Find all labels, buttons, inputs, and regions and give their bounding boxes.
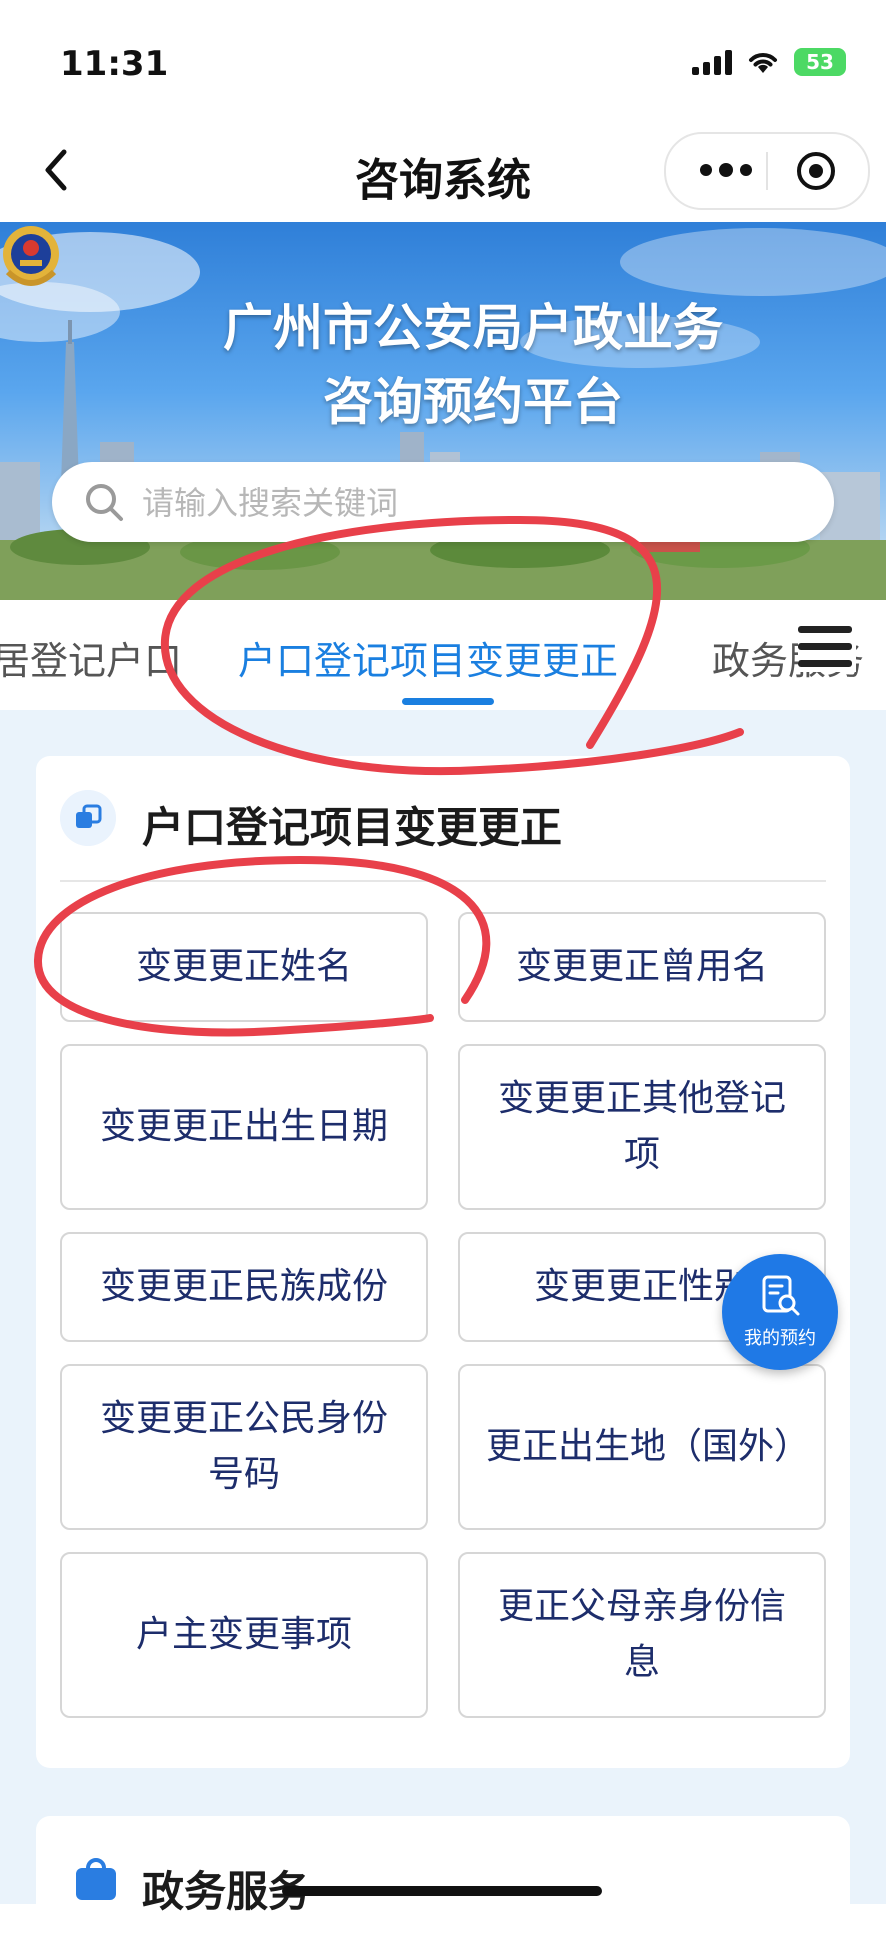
item-correct-foreign-birthplace[interactable]: 更正出生地（国外） [458, 1364, 826, 1530]
section-title: 户口登记项目变更更正 [142, 803, 563, 852]
active-tab-indicator [402, 698, 494, 705]
wifi-icon [749, 53, 777, 73]
item-change-other-items[interactable]: 变更更正其他登记项 [458, 1044, 826, 1210]
status-bar: 11:31 53 [0, 0, 886, 120]
category-tab-bar: 居登记户口 户口登记项目变更更正 政务服务 [0, 600, 886, 710]
banner-title-line1: 广州市公安局户政业务 [223, 299, 723, 357]
battery-indicator: 53 [794, 48, 846, 76]
my-appointments-label: 我的预约 [744, 1328, 816, 1349]
item-change-former-name[interactable]: 变更更正曾用名 [458, 912, 826, 1022]
section-divider [60, 880, 826, 882]
miniprogram-capsule [664, 132, 870, 210]
cellular-signal-icon [692, 49, 732, 75]
search-icon [86, 484, 123, 521]
police-emblem-icon [3, 226, 59, 286]
item-change-id-number[interactable]: 变更更正公民身份号码 [60, 1364, 428, 1530]
search-bar [52, 462, 834, 542]
hero-banner: 广州市公安局户政业务 咨询预约平台 [0, 222, 886, 600]
item-change-name[interactable]: 变更更正姓名 [60, 912, 428, 1022]
item-household-head-change[interactable]: 户主变更事项 [60, 1552, 428, 1718]
status-time: 11:31 [60, 44, 169, 84]
item-correct-parent-info[interactable]: 更正父母亲身份信息 [458, 1552, 826, 1718]
menu-icon[interactable] [798, 626, 856, 672]
item-change-ethnicity[interactable]: 变更更正民族成份 [60, 1232, 428, 1342]
more-options-icon[interactable] [696, 158, 756, 182]
nav-bar: 咨询系统 [0, 120, 886, 222]
item-change-birth-date[interactable]: 变更更正出生日期 [60, 1044, 428, 1210]
search-input[interactable] [140, 474, 784, 532]
close-miniprogram-icon[interactable] [796, 151, 836, 191]
government-services-icon [76, 1858, 116, 1900]
registration-change-card: 户口登记项目变更更正 变更更正姓名 变更更正曾用名 变更更正出生日期 变更更正其… [36, 756, 850, 1768]
appointment-search-icon [762, 1275, 800, 1316]
status-icons: 53 [692, 48, 846, 76]
my-appointments-button[interactable]: 我的预约 [722, 1254, 838, 1370]
home-indicator [282, 1886, 602, 1896]
section-icon [60, 790, 116, 846]
tab-residence-registration[interactable]: 居登记户口 [0, 630, 182, 685]
banner-title-line2: 咨询预约平台 [323, 373, 623, 431]
tab-registration-change[interactable]: 户口登记项目变更更正 [238, 630, 618, 685]
government-services-card: 政务服务 [36, 1816, 850, 1936]
capsule-divider [766, 152, 768, 190]
